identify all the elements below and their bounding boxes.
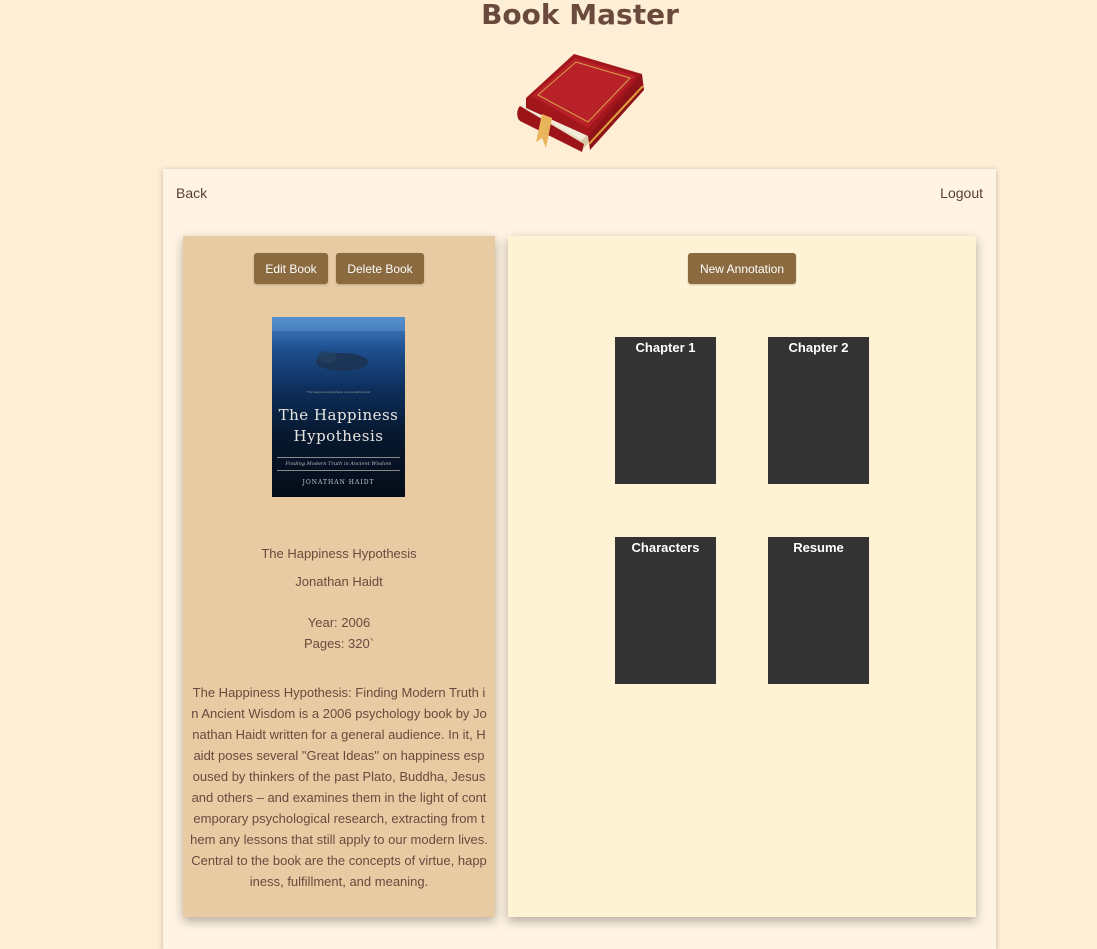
cover-blurb: "The Happiness Hypothesis is a wonderful… bbox=[306, 390, 371, 394]
cover-author: JONATHAN HAIDT bbox=[302, 479, 375, 486]
book-cover-image: "The Happiness Hypothesis is a wonderful… bbox=[272, 317, 405, 497]
annotation-tile-chapter-2[interactable]: Chapter 2 bbox=[768, 337, 869, 484]
book-pages: Pages: 320` bbox=[303, 636, 375, 651]
book-logo-icon bbox=[517, 54, 644, 152]
cover-title-line-1: The Happiness bbox=[278, 406, 399, 424]
cover-title-line-2: Hypothesis bbox=[293, 427, 384, 445]
book-description: The Happiness Hypothesis: Finding Modern… bbox=[190, 685, 488, 889]
annotation-tile-resume[interactable]: Resume bbox=[768, 537, 869, 684]
logout-link[interactable]: Logout bbox=[940, 185, 983, 201]
book-title: The Happiness Hypothesis bbox=[261, 546, 417, 561]
cover-art-icon bbox=[272, 317, 405, 371]
edit-book-button[interactable]: Edit Book bbox=[254, 253, 328, 284]
book-author: Jonathan Haidt bbox=[295, 574, 383, 589]
app-title: Book Master bbox=[481, 0, 679, 31]
book-details-panel: Edit Book Delete Book "The Happiness Hyp… bbox=[183, 236, 495, 917]
cover-subtitle: Finding Modern Truth in Ancient Wisdom bbox=[277, 457, 400, 471]
delete-book-button[interactable]: Delete Book bbox=[336, 253, 424, 284]
cover-title: The Happiness Hypothesis bbox=[272, 405, 405, 447]
annotation-tile-characters[interactable]: Characters bbox=[615, 537, 716, 684]
annotations-panel: New Annotation Chapter 1 Chapter 2 Chara… bbox=[508, 236, 976, 917]
book-year: Year: 2006 bbox=[307, 615, 371, 630]
main-card: Back Logout Edit Book Delete Book "The H… bbox=[163, 169, 996, 949]
annotation-tile-chapter-1[interactable]: Chapter 1 bbox=[615, 337, 716, 484]
back-link[interactable]: Back bbox=[176, 185, 207, 201]
new-annotation-button[interactable]: New Annotation bbox=[688, 253, 796, 284]
